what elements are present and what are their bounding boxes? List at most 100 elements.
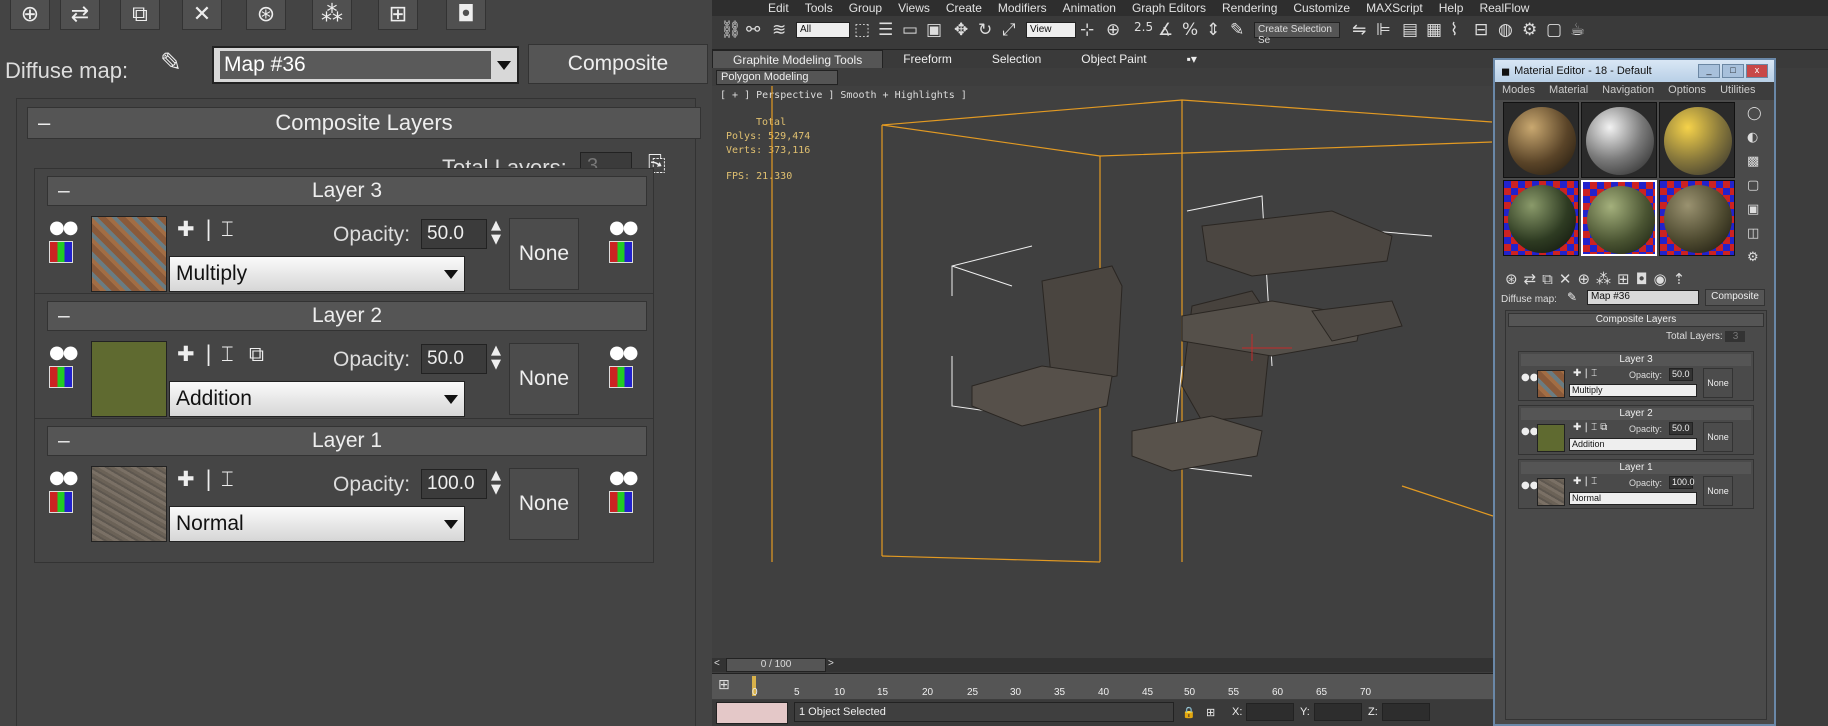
chevron-down-icon[interactable] [444, 269, 458, 279]
blend-mode-select[interactable]: Normal [169, 506, 465, 542]
spinner-snap-icon[interactable]: ⇕ [1206, 20, 1220, 40]
mask-color-correction-icon[interactable] [609, 241, 633, 263]
layer-title[interactable]: Layer 2 [1521, 408, 1751, 420]
layer-texture-thumbnail[interactable] [91, 466, 167, 542]
unlink-icon[interactable]: ⚯ [746, 20, 760, 40]
menu-graph-editors[interactable]: Graph Editors [1124, 0, 1214, 16]
next-frame-icon[interactable]: > [828, 658, 834, 669]
command-panel-edge[interactable] [1776, 86, 1828, 726]
show-map-icon[interactable]: ◘ [1636, 270, 1654, 288]
assign-material-icon[interactable]: ⧉ [1542, 270, 1559, 288]
go-to-parent-icon[interactable]: ⇡ [1673, 270, 1692, 288]
background-icon[interactable]: ▩ [1747, 154, 1759, 169]
mask-button[interactable]: None [1703, 368, 1733, 398]
rendered-frame-window-icon[interactable]: ▢ [1546, 20, 1562, 40]
sample-slot-active[interactable] [1581, 180, 1657, 256]
render-production-icon[interactable]: ☕ [1570, 20, 1585, 40]
get-material-icon[interactable]: ⊕ [10, 0, 50, 30]
mask-visibility-icon[interactable]: ●● [609, 217, 638, 238]
tab-object-paint[interactable]: Object Paint [1061, 50, 1166, 68]
layer-texture-thumbnail[interactable] [1537, 478, 1565, 506]
prev-frame-icon[interactable]: < [714, 658, 720, 669]
map-type-button[interactable]: Composite [1705, 289, 1765, 306]
eyedropper-icon[interactable]: ✎ [160, 48, 182, 78]
backlight-icon[interactable]: ◐ [1747, 130, 1758, 145]
get-material-icon[interactable]: ⊛ [1505, 270, 1524, 288]
tab-freeform[interactable]: Freeform [883, 50, 972, 68]
rectangle-selection-icon[interactable]: ▭ [902, 20, 918, 40]
schematic-view-icon[interactable]: ⊟ [1474, 20, 1488, 40]
menu-edit[interactable]: Edit [760, 0, 797, 16]
mask-button[interactable]: None [1703, 476, 1733, 506]
sample-slot[interactable] [1503, 180, 1579, 256]
put-to-scene-icon[interactable]: ⇄ [1524, 270, 1543, 288]
menu-group[interactable]: Group [841, 0, 890, 16]
visibility-icon[interactable]: ●● [49, 467, 78, 488]
mask-color-correction-icon[interactable] [609, 366, 633, 388]
maximize-icon[interactable]: □ [1722, 64, 1744, 78]
menu-modifiers[interactable]: Modifiers [990, 0, 1055, 16]
time-slider[interactable]: 0 / 100 [726, 658, 826, 672]
sample-type-icon[interactable]: ◯ [1747, 106, 1762, 121]
delete-layer-icon[interactable]: ✚ | ⌶ [1573, 476, 1597, 487]
put-to-library-icon[interactable]: ⁂ [1596, 270, 1617, 288]
rename-layer-icon[interactable]: ⌶ [221, 467, 234, 492]
layer-header[interactable]: – Layer 1 [47, 426, 647, 456]
sample-uv-tiling-icon[interactable]: ▢ [1747, 178, 1759, 193]
layer-manager-icon[interactable]: ▤ [1402, 20, 1418, 40]
mask-visibility-icon[interactable]: ●● [609, 342, 638, 363]
put-to-scene-icon[interactable]: ⇄ [60, 0, 100, 30]
edit-named-selection-icon[interactable]: ✎ [1230, 20, 1244, 40]
close-icon[interactable]: x [1746, 64, 1768, 78]
rollout-header[interactable]: Composite Layers [1508, 313, 1764, 327]
put-to-library-icon[interactable]: ⁂ [312, 0, 352, 30]
assign-material-icon[interactable]: ⧉ [120, 0, 160, 30]
opacity-spinner[interactable]: ▲ ▼ [491, 219, 501, 247]
layer-header[interactable]: – Layer 2 [47, 301, 647, 331]
color-correction-icon[interactable] [49, 241, 73, 263]
chevron-down-icon[interactable] [497, 60, 511, 70]
material-editor-titlebar[interactable]: ◼ Material Editor - 18 - Default _ □ x [1495, 60, 1774, 82]
menu-views[interactable]: Views [890, 0, 938, 16]
delete-layer-icon[interactable]: ✚ | ⌶ [1573, 368, 1597, 379]
angle-snap-icon[interactable]: ∡ [1158, 20, 1173, 40]
selection-filter-select[interactable]: All [796, 22, 850, 38]
delete-layer-icon[interactable]: ✚ | ⌶ ⧉ [1573, 422, 1607, 433]
render-setup-icon[interactable]: ⚙ [1522, 20, 1537, 40]
material-editor-icon[interactable]: ◍ [1498, 20, 1513, 40]
align-icon[interactable]: ⊫ [1376, 20, 1391, 40]
x-coordinate-field[interactable] [1246, 703, 1294, 721]
collapse-icon[interactable]: – [38, 110, 50, 136]
opacity-field[interactable]: 50.0 [421, 219, 487, 249]
material-id-icon[interactable]: ⊞ [1617, 270, 1636, 288]
blend-mode-select[interactable]: Multiply [1569, 384, 1697, 397]
map-type-button[interactable]: Composite [528, 44, 708, 84]
layer-texture-thumbnail[interactable] [1537, 370, 1565, 398]
layer-texture-thumbnail[interactable] [91, 341, 167, 417]
menu-tools[interactable]: Tools [797, 0, 841, 16]
rollout-header[interactable]: – Composite Layers [27, 107, 701, 139]
eyedropper-icon[interactable]: ✎ [1567, 290, 1577, 304]
graphite-toggle-icon[interactable]: ▦ [1426, 20, 1442, 40]
mask-button[interactable]: None [509, 468, 579, 540]
chevron-down-icon[interactable] [444, 394, 458, 404]
blend-mode-select[interactable]: Addition [169, 381, 465, 417]
select-by-name-icon[interactable]: ☰ [878, 20, 893, 40]
track-bar[interactable]: ⊞ 0 5 10 15 20 25 30 35 40 45 50 55 60 6… [712, 673, 1493, 699]
rotate-icon[interactable]: ↻ [978, 20, 992, 40]
sample-slot[interactable] [1581, 102, 1657, 178]
link-icon[interactable]: ⛓ [720, 20, 742, 40]
menu-customize[interactable]: Customize [1285, 0, 1358, 16]
color-correction-icon[interactable] [49, 366, 73, 388]
reset-map-icon[interactable]: ✕ [1559, 270, 1578, 288]
map-name-field[interactable]: Map #36 [1587, 290, 1699, 305]
mini-curve-editor-icon[interactable]: ⊞ [718, 677, 730, 693]
layer-title[interactable]: Layer 3 [1521, 354, 1751, 366]
visibility-icon[interactable]: ●● [49, 217, 78, 238]
menu-rendering[interactable]: Rendering [1214, 0, 1285, 16]
rename-layer-icon[interactable]: ⌶ [221, 217, 234, 242]
select-object-icon[interactable]: ⬚ [854, 20, 870, 40]
layer-title[interactable]: Layer 1 [1521, 462, 1751, 474]
show-map-icon[interactable]: ◘ [446, 0, 486, 30]
mask-color-correction-icon[interactable] [609, 491, 633, 513]
